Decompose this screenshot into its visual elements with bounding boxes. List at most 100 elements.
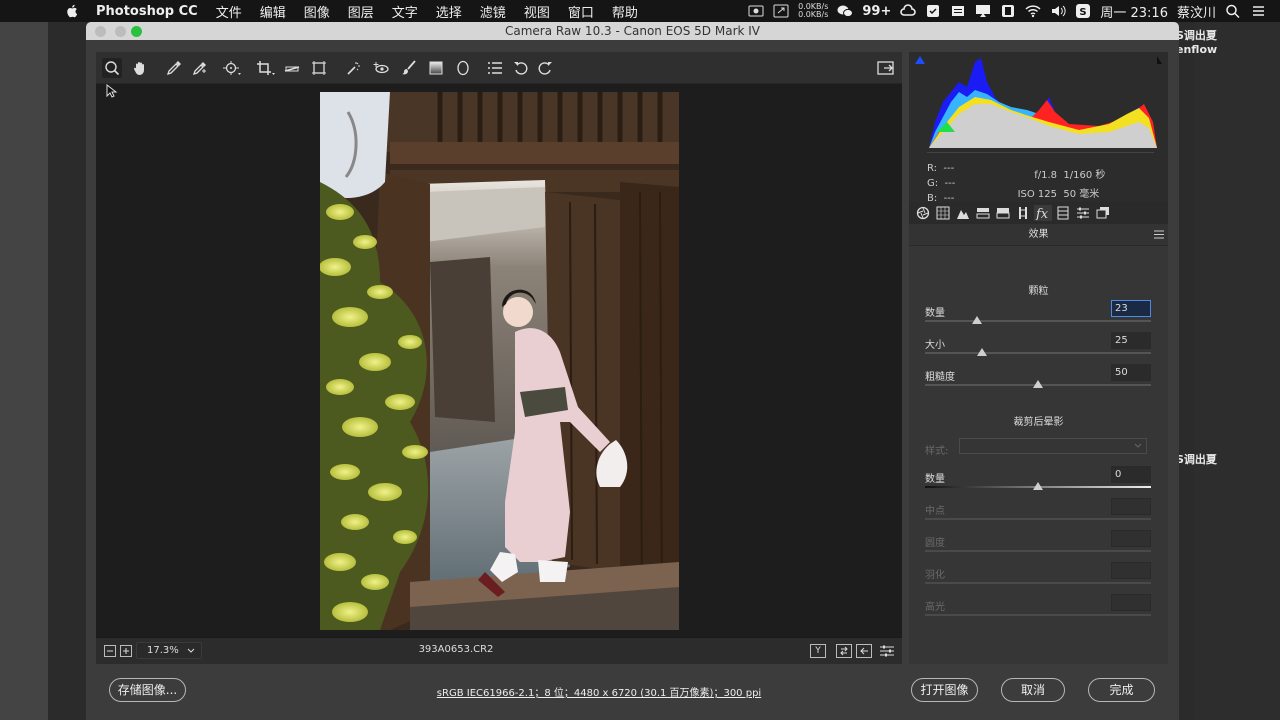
tab-lens-corrections[interactable]	[1014, 205, 1032, 221]
zoom-level-select[interactable]: 17.3%	[136, 642, 202, 659]
arrow-left-icon	[860, 647, 868, 655]
menu-image[interactable]: 图像	[295, 2, 339, 21]
swap-settings-button[interactable]	[836, 644, 852, 658]
tab-detail[interactable]	[954, 205, 972, 221]
tab-hsl[interactable]	[974, 205, 992, 221]
clipboard-icon[interactable]	[950, 4, 966, 18]
preview-preferences-button[interactable]	[879, 644, 895, 658]
menu-select[interactable]: 选择	[427, 2, 471, 21]
chevron-down-icon	[187, 648, 195, 653]
input-method-icon[interactable]: S	[1075, 4, 1091, 18]
tab-split-toning[interactable]	[994, 205, 1012, 221]
radial-filter-tool[interactable]	[453, 58, 473, 78]
zoom-in-button[interactable]	[120, 645, 132, 657]
spotlight-search-icon[interactable]	[1225, 4, 1241, 18]
menu-app-name[interactable]: Photoshop CC	[96, 4, 207, 19]
tab-presets[interactable]	[1074, 205, 1092, 221]
tab-camera-calibration[interactable]	[1054, 205, 1072, 221]
graduated-filter-tool[interactable]	[426, 58, 446, 78]
rotate-ccw-icon	[514, 62, 528, 75]
menu-help[interactable]: 帮助	[603, 2, 647, 21]
volume-icon[interactable]	[1050, 4, 1066, 18]
menu-window[interactable]: 窗口	[559, 2, 603, 21]
spot-removal-tool[interactable]	[344, 58, 364, 78]
wechat-icon[interactable]	[837, 4, 854, 18]
vignette-amount-slider[interactable]: 数量 0	[925, 466, 1151, 500]
apple-icon[interactable]	[64, 3, 80, 19]
close-window-button[interactable]	[95, 26, 106, 37]
notification-badge[interactable]: 99+	[862, 4, 891, 19]
graduated-filter-icon	[429, 61, 443, 75]
rotate-right-button[interactable]	[535, 58, 555, 78]
grain-amount-input[interactable]: 23	[1111, 300, 1151, 317]
slider-thumb[interactable]	[971, 316, 982, 324]
presets-icon	[1077, 207, 1089, 219]
tab-snapshots[interactable]	[1094, 205, 1112, 221]
tab-basic[interactable]	[914, 205, 932, 221]
airplay-icon[interactable]	[975, 4, 991, 18]
menu-layer[interactable]: 图层	[339, 2, 383, 21]
filename-label: 393A0653.CR2	[418, 644, 494, 655]
menu-filter[interactable]: 滤镜	[471, 2, 515, 21]
screen-record-icon[interactable]	[748, 4, 764, 18]
zoom-out-button[interactable]	[104, 645, 116, 657]
before-after-view-button[interactable]: Y	[810, 644, 826, 658]
grain-amount-slider[interactable]: 数量 23	[925, 300, 1151, 334]
menu-edit[interactable]: 编辑	[251, 2, 295, 21]
user-name[interactable]: 蔡汶川	[1177, 2, 1216, 21]
grain-size-input[interactable]: 25	[1111, 332, 1151, 349]
vignette-style-select[interactable]	[959, 438, 1147, 454]
target-adjustment-tool[interactable]	[220, 58, 244, 78]
preview-status-bar: 17.3% 393A0653.CR2 Y	[96, 637, 902, 664]
shadow-clipping-warning-icon[interactable]	[915, 56, 925, 64]
panel-menu-icon[interactable]	[1154, 230, 1164, 239]
white-balance-tool[interactable]	[164, 58, 184, 78]
red-eye-tool[interactable]	[371, 58, 391, 78]
fullscreen-toggle-button[interactable]	[876, 58, 896, 78]
notification-center-icon[interactable]	[1250, 4, 1266, 18]
cancel-button[interactable]: 取消	[1001, 678, 1065, 702]
menu-view[interactable]: 视图	[515, 2, 559, 21]
zoom-tool[interactable]	[102, 58, 122, 78]
vignette-amount-input[interactable]: 0	[1111, 466, 1151, 483]
transform-tool[interactable]	[309, 58, 329, 78]
slider-thumb[interactable]	[1033, 482, 1043, 490]
dock-icon[interactable]	[1000, 4, 1016, 18]
color-sampler-icon	[192, 62, 206, 76]
photo-preview[interactable]	[320, 92, 679, 630]
color-sampler-tool[interactable]	[190, 58, 210, 78]
open-image-button[interactable]: 打开图像	[911, 678, 978, 702]
image-preview-area[interactable]	[96, 84, 902, 637]
grain-roughness-input[interactable]: 50	[1111, 364, 1151, 381]
grain-roughness-slider[interactable]: 粗糙度 50	[925, 364, 1151, 398]
security-icon[interactable]	[925, 4, 941, 18]
minimize-window-button[interactable]	[115, 26, 126, 37]
tab-tone-curve[interactable]	[934, 205, 952, 221]
save-image-button[interactable]: 存储图像...	[109, 678, 186, 702]
tool-bar	[96, 52, 902, 84]
screen-share-icon[interactable]	[773, 4, 789, 18]
camera-calibration-icon	[1057, 206, 1069, 220]
tab-effects[interactable]: fx	[1034, 205, 1052, 221]
slider-thumb[interactable]	[1033, 380, 1043, 388]
menu-type[interactable]: 文字	[383, 2, 427, 21]
clock[interactable]: 周一 23:16	[1100, 2, 1168, 21]
creative-cloud-icon[interactable]	[900, 4, 917, 18]
wifi-icon[interactable]	[1025, 4, 1041, 18]
done-button[interactable]: 完成	[1088, 678, 1155, 702]
hand-tool[interactable]	[130, 58, 150, 78]
crop-tool[interactable]	[254, 58, 278, 78]
copy-settings-button[interactable]	[856, 644, 872, 658]
slider-track[interactable]	[925, 320, 1151, 322]
preferences-button[interactable]	[485, 58, 505, 78]
adjustment-brush-tool[interactable]	[399, 58, 419, 78]
straighten-tool[interactable]	[282, 58, 302, 78]
grain-size-slider[interactable]: 大小 25	[925, 332, 1151, 366]
slider-track[interactable]	[925, 352, 1151, 354]
zoom-window-button[interactable]	[131, 26, 142, 37]
rotate-left-button[interactable]	[511, 58, 531, 78]
menu-file[interactable]: 文件	[207, 2, 251, 21]
slider-thumb[interactable]	[976, 348, 987, 356]
workflow-options-link[interactable]: sRGB IEC61966-2.1；8 位；4480 x 6720 (30.1 …	[436, 684, 762, 699]
histogram: R: --- G: --- B: --- f/1.8 1/160 秒 ISO 1…	[909, 52, 1168, 204]
